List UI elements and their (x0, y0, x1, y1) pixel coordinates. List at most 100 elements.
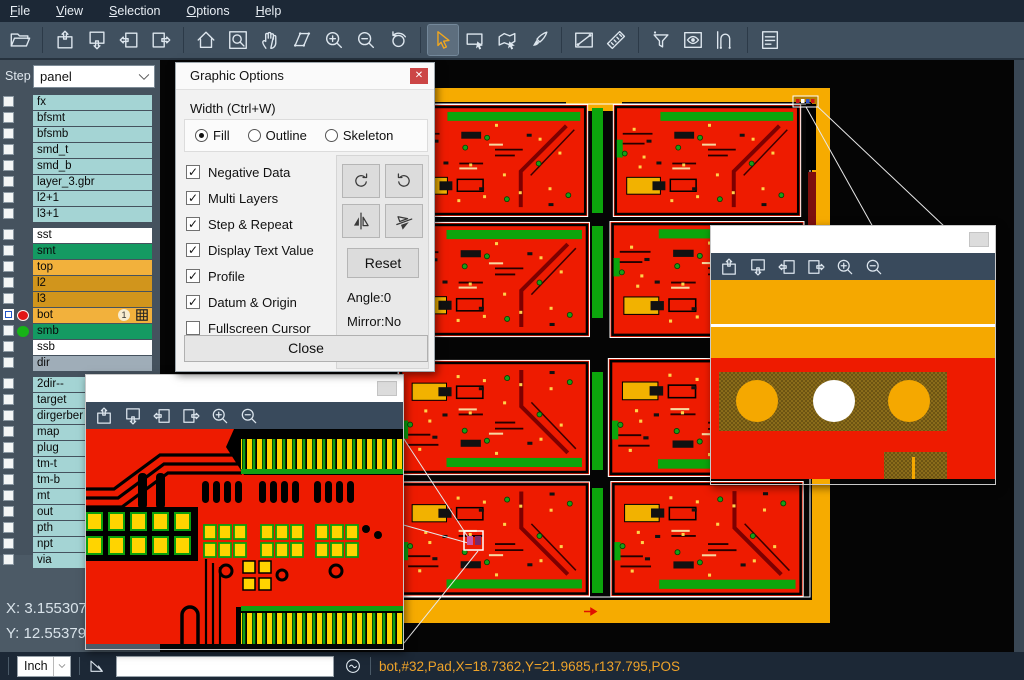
checkbox[interactable]: ✓ (186, 269, 200, 283)
radio-dot[interactable] (325, 129, 338, 142)
panel-button[interactable] (377, 381, 397, 396)
layer-checkbox[interactable] (3, 293, 14, 304)
layer-name[interactable]: ssb (33, 340, 152, 355)
zoom-out-button[interactable] (351, 25, 381, 55)
menu-options[interactable]: Options (186, 4, 229, 18)
layer-checkbox[interactable] (3, 309, 14, 320)
zoom-in-button[interactable] (319, 25, 349, 55)
option-multi-layers[interactable]: ✓Multi Layers (186, 185, 336, 211)
zoom-dynamic-button[interactable] (287, 25, 317, 55)
layer-name[interactable]: smb (33, 324, 152, 339)
magnifier-window-left[interactable] (85, 374, 404, 650)
pan-down-button[interactable] (748, 257, 768, 277)
close-icon[interactable]: ✕ (410, 68, 428, 84)
layer-checkbox[interactable] (3, 325, 14, 336)
layer-row-smb[interactable]: smb (0, 324, 160, 339)
reset-button[interactable]: Reset (347, 248, 419, 278)
brush-button[interactable] (524, 25, 554, 55)
corner-mode-icon[interactable] (88, 657, 106, 675)
menu-file[interactable]: File (10, 4, 30, 18)
layer-checkbox[interactable] (3, 490, 14, 501)
step-select[interactable]: panel (33, 65, 155, 88)
option-step-repeat[interactable]: ✓Step & Repeat (186, 211, 336, 237)
layer-checkbox[interactable] (3, 506, 14, 517)
layer-checkbox[interactable] (3, 410, 14, 421)
layer-name[interactable]: top (33, 260, 152, 275)
radio-outline[interactable]: Outline (248, 128, 307, 143)
layer-checkbox[interactable] (3, 522, 14, 533)
layer-checkbox[interactable] (3, 144, 14, 155)
layer-row-layer_3.gbr[interactable]: layer_3.gbr (0, 175, 160, 190)
pan-up-button[interactable] (50, 25, 80, 55)
layer-checkbox[interactable] (3, 229, 14, 240)
pan-right-button[interactable] (146, 25, 176, 55)
checkbox[interactable] (186, 321, 200, 335)
layer-name[interactable]: smd_b (33, 159, 152, 174)
magnifier-right-titlebar[interactable] (711, 226, 995, 253)
layer-checkbox[interactable] (3, 96, 14, 107)
layer-name[interactable]: smd_t (33, 143, 152, 158)
layer-checkbox[interactable] (3, 554, 14, 565)
layer-name[interactable]: l2 (33, 276, 152, 291)
sync-icon[interactable] (344, 657, 362, 675)
layer-checkbox[interactable] (3, 442, 14, 453)
pan-up-button[interactable] (94, 406, 114, 426)
layer-row-smd_t[interactable]: smd_t (0, 143, 160, 158)
checkbox[interactable]: ✓ (186, 295, 200, 309)
select-rect-button[interactable] (460, 25, 490, 55)
zoom-out-button[interactable] (239, 406, 259, 426)
unit-select[interactable]: Inch (17, 656, 71, 677)
layer-checkbox[interactable] (3, 538, 14, 549)
view-options-button[interactable] (678, 25, 708, 55)
layer-checkbox[interactable] (3, 426, 14, 437)
pan-hand-button[interactable] (255, 25, 285, 55)
layer-name[interactable]: sst (33, 228, 152, 243)
zoom-in-button[interactable] (210, 406, 230, 426)
layer-name[interactable]: l3+1 (33, 207, 152, 222)
pan-right-button[interactable] (181, 406, 201, 426)
select-polygon-button[interactable] (492, 25, 522, 55)
pan-left-button[interactable] (114, 25, 144, 55)
pan-right-button[interactable] (806, 257, 826, 277)
magnifier-left-titlebar[interactable] (86, 375, 403, 402)
magnifier-window-right[interactable] (710, 225, 996, 485)
layer-row-sst[interactable]: sst (0, 228, 160, 243)
canvas-scrollbar[interactable] (1014, 60, 1024, 652)
radio-dot[interactable] (248, 129, 261, 142)
layer-checkbox[interactable] (3, 394, 14, 405)
zoom-window-button[interactable] (223, 25, 253, 55)
layer-row-l3[interactable]: l3 (0, 292, 160, 307)
layer-checkbox[interactable] (3, 378, 14, 389)
layer-checkbox[interactable] (3, 176, 14, 187)
layer-row-dir[interactable]: dir (0, 356, 160, 371)
layer-row-bot[interactable]: bot1 (0, 308, 160, 323)
measure-button[interactable] (569, 25, 599, 55)
layer-row-bfsmt[interactable]: bfsmt (0, 111, 160, 126)
filter-button[interactable] (646, 25, 676, 55)
layer-checkbox[interactable] (3, 208, 14, 219)
checkbox[interactable]: ✓ (186, 243, 200, 257)
layer-checkbox[interactable] (3, 474, 14, 485)
checkbox[interactable]: ✓ (186, 191, 200, 205)
menu-selection[interactable]: Selection (109, 4, 160, 18)
home-button[interactable] (191, 25, 221, 55)
flip-horizontal-button[interactable] (342, 204, 380, 238)
pan-down-button[interactable] (82, 25, 112, 55)
radio-fill[interactable]: Fill (195, 128, 230, 143)
layer-checkbox[interactable] (3, 128, 14, 139)
pan-down-button[interactable] (123, 406, 143, 426)
layer-checkbox[interactable] (3, 245, 14, 256)
option-display-text-value[interactable]: ✓Display Text Value (186, 237, 336, 263)
close-button[interactable]: Close (184, 335, 428, 362)
pan-left-button[interactable] (152, 406, 172, 426)
layer-checkbox[interactable] (3, 192, 14, 203)
layer-name[interactable]: l3 (33, 292, 152, 307)
layer-row-bfsmb[interactable]: bfsmb (0, 127, 160, 142)
snap-button[interactable] (710, 25, 740, 55)
open-folder-button[interactable] (5, 25, 35, 55)
radio-skeleton[interactable]: Skeleton (325, 128, 394, 143)
layer-name[interactable]: dir (33, 356, 152, 371)
panel-button[interactable] (969, 232, 989, 247)
layer-name[interactable]: bot1 (33, 308, 152, 323)
menu-help[interactable]: Help (256, 4, 282, 18)
